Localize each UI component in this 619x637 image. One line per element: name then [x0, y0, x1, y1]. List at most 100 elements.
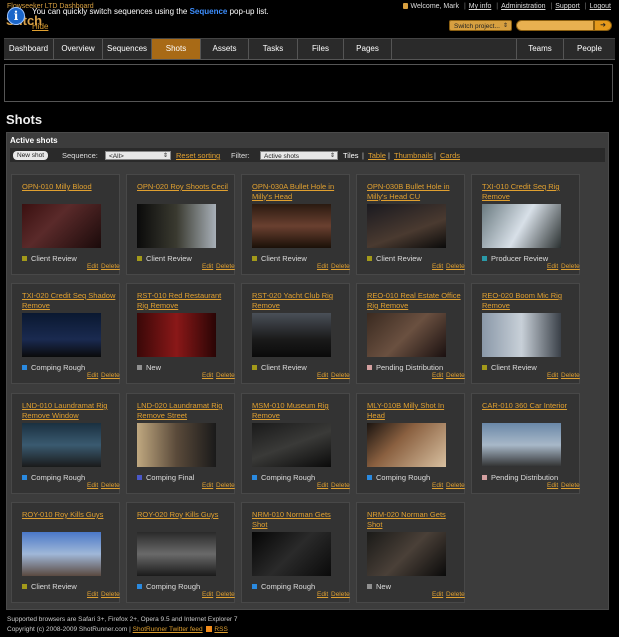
shot-thumbnail[interactable] — [137, 204, 216, 248]
tab-overview[interactable]: Overview — [54, 39, 103, 59]
tab-sequences[interactable]: Sequences — [103, 39, 152, 59]
support-link[interactable]: Support — [555, 3, 580, 10]
shot-thumbnail[interactable] — [22, 532, 101, 576]
delete-link[interactable]: Delete — [561, 372, 580, 379]
hide-link[interactable]: Hide — [32, 22, 48, 31]
tab-shots[interactable]: Shots — [152, 39, 201, 59]
shot-title-link[interactable]: MLY-010B Milly Shot In Head — [367, 401, 463, 420]
shot-title-link[interactable]: TXI-020 Credit Seq Shadow Remove — [22, 291, 118, 310]
delete-link[interactable]: Delete — [216, 482, 235, 489]
delete-link[interactable]: Delete — [216, 591, 235, 598]
shot-title-link[interactable]: ROY-010 Roy Kills Guys — [22, 510, 118, 520]
delete-link[interactable]: Delete — [101, 372, 120, 379]
shot-title-link[interactable]: ROY-020 Roy Kills Guys — [137, 510, 233, 520]
delete-link[interactable]: Delete — [331, 263, 350, 270]
shot-thumbnail[interactable] — [137, 313, 216, 357]
shot-thumbnail[interactable] — [252, 423, 331, 467]
shot-thumbnail[interactable] — [482, 204, 561, 248]
shot-thumbnail[interactable] — [252, 313, 331, 357]
shot-title-link[interactable]: NRM-020 Norman Gets Shot — [367, 510, 463, 529]
shot-thumbnail[interactable] — [367, 423, 446, 467]
shot-title-link[interactable]: RST-020 Yacht Club Rig Remove — [252, 291, 348, 310]
search-button[interactable]: ➜ — [594, 20, 612, 31]
delete-link[interactable]: Delete — [101, 263, 120, 270]
delete-link[interactable]: Delete — [216, 372, 235, 379]
edit-link[interactable]: Edit — [432, 263, 443, 270]
edit-link[interactable]: Edit — [432, 482, 443, 489]
delete-link[interactable]: Delete — [561, 482, 580, 489]
shot-title-link[interactable]: NRM-010 Norman Gets Shot — [252, 510, 348, 529]
shot-thumbnail[interactable] — [367, 204, 446, 248]
administration-link[interactable]: Administration — [501, 3, 545, 10]
edit-link[interactable]: Edit — [547, 482, 558, 489]
edit-link[interactable]: Edit — [547, 263, 558, 270]
shot-title-link[interactable]: OPN-030B Bullet Hole in Milly's Head CU — [367, 182, 463, 201]
edit-link[interactable]: Edit — [87, 591, 98, 598]
shot-thumbnail[interactable] — [137, 532, 216, 576]
edit-link[interactable]: Edit — [202, 482, 213, 489]
delete-link[interactable]: Delete — [446, 372, 465, 379]
edit-link[interactable]: Edit — [317, 263, 328, 270]
shot-thumbnail[interactable] — [367, 313, 446, 357]
shot-thumbnail[interactable] — [482, 423, 561, 467]
edit-link[interactable]: Edit — [87, 482, 98, 489]
delete-link[interactable]: Delete — [446, 482, 465, 489]
tab-files[interactable]: Files — [298, 39, 344, 59]
rss-link[interactable]: RSS — [214, 626, 227, 633]
logout-link[interactable]: Logout — [590, 3, 611, 10]
delete-link[interactable]: Delete — [216, 263, 235, 270]
my-info-link[interactable]: My info — [469, 3, 492, 10]
delete-link[interactable]: Delete — [101, 482, 120, 489]
tab-tasks[interactable]: Tasks — [249, 39, 298, 59]
shot-title-link[interactable]: OPN-010 Milly Blood — [22, 182, 118, 192]
new-shot-button[interactable]: New shot — [13, 151, 49, 160]
shot-thumbnail[interactable] — [22, 204, 101, 248]
twitter-feed-link[interactable]: ShotRunner Twitter feed — [133, 626, 203, 633]
view-table-link[interactable]: Table — [368, 151, 386, 160]
edit-link[interactable]: Edit — [317, 372, 328, 379]
switch-project-select[interactable]: Switch project... ⇕ — [449, 20, 512, 31]
shot-title-link[interactable]: OPN-030A Bullet Hole in Milly's Head — [252, 182, 348, 201]
shot-title-link[interactable]: LND-010 Laundramat Rig Remove Window — [22, 401, 118, 420]
edit-link[interactable]: Edit — [432, 591, 443, 598]
edit-link[interactable]: Edit — [317, 482, 328, 489]
search-input[interactable] — [516, 20, 594, 31]
shot-thumbnail[interactable] — [367, 532, 446, 576]
delete-link[interactable]: Delete — [561, 263, 580, 270]
sequence-select[interactable]: <All> ⇕ — [105, 151, 171, 160]
view-tiles[interactable]: Tiles — [343, 151, 359, 160]
edit-link[interactable]: Edit — [547, 372, 558, 379]
shot-thumbnail[interactable] — [22, 423, 101, 467]
shot-title-link[interactable]: RST-010 Red Restaurant Rig Remove — [137, 291, 233, 310]
shot-title-link[interactable]: OPN-020 Roy Shoots Cecil — [137, 182, 233, 192]
tab-people[interactable]: People — [564, 39, 615, 59]
view-thumbnails-link[interactable]: Thumbnails — [394, 151, 433, 160]
edit-link[interactable]: Edit — [87, 263, 98, 270]
edit-link[interactable]: Edit — [432, 372, 443, 379]
edit-link[interactable]: Edit — [87, 372, 98, 379]
shot-thumbnail[interactable] — [252, 204, 331, 248]
tab-assets[interactable]: Assets — [201, 39, 249, 59]
reset-sorting-link[interactable]: Reset sorting — [176, 151, 220, 160]
shot-thumbnail[interactable] — [252, 532, 331, 576]
shot-thumbnail[interactable] — [137, 423, 216, 467]
edit-link[interactable]: Edit — [317, 591, 328, 598]
edit-link[interactable]: Edit — [202, 263, 213, 270]
filter-select[interactable]: Active shots ⇕ — [260, 151, 338, 160]
view-cards-link[interactable]: Cards — [440, 151, 460, 160]
tab-dashboard[interactable]: Dashboard — [4, 39, 54, 59]
delete-link[interactable]: Delete — [331, 482, 350, 489]
tab-teams[interactable]: Teams — [516, 39, 564, 59]
delete-link[interactable]: Delete — [101, 591, 120, 598]
edit-link[interactable]: Edit — [202, 372, 213, 379]
delete-link[interactable]: Delete — [446, 263, 465, 270]
shot-title-link[interactable]: TXI-010 Credit Seq Rig Remove — [482, 182, 578, 201]
shot-thumbnail[interactable] — [22, 313, 101, 357]
tab-pages[interactable]: Pages — [344, 39, 392, 59]
shot-title-link[interactable]: LND-020 Laundramat Rig Remove Street — [137, 401, 233, 420]
edit-link[interactable]: Edit — [202, 591, 213, 598]
shot-title-link[interactable]: REO-010 Real Estate Office Rig Remove — [367, 291, 463, 310]
delete-link[interactable]: Delete — [331, 591, 350, 598]
delete-link[interactable]: Delete — [446, 591, 465, 598]
delete-link[interactable]: Delete — [331, 372, 350, 379]
